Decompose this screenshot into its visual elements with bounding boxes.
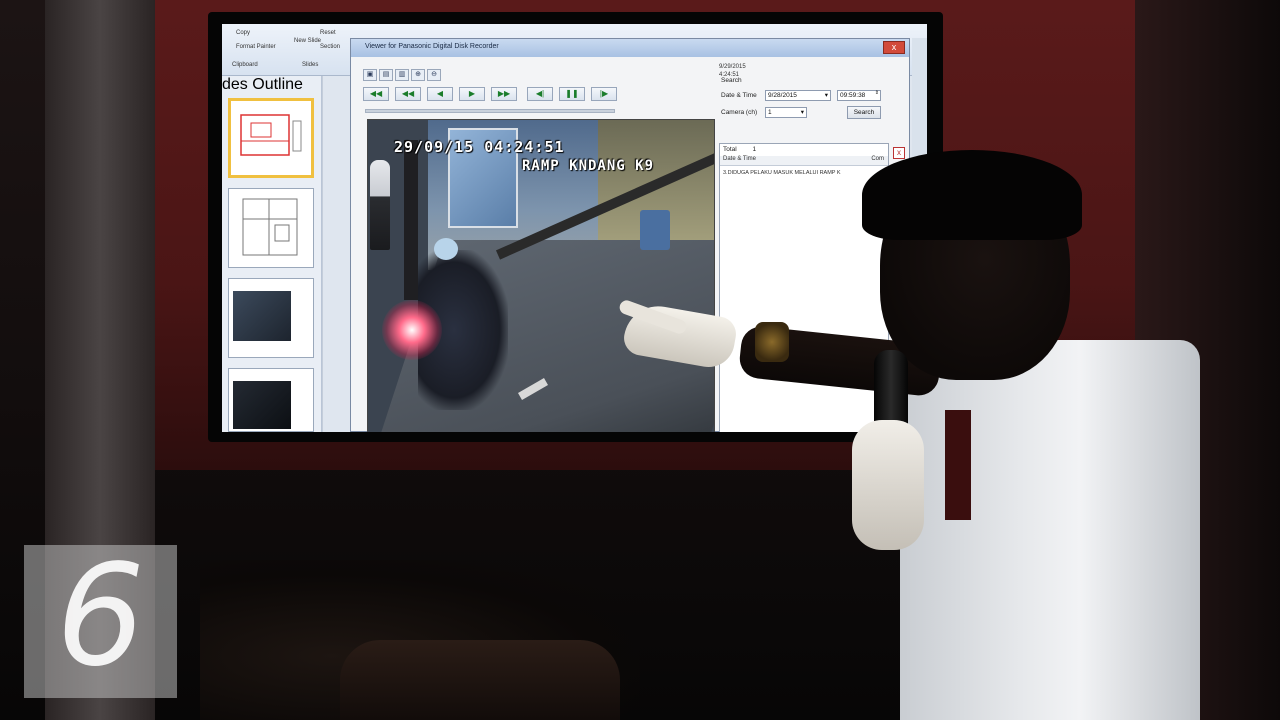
logo-digit: 6 bbox=[56, 535, 146, 698]
video-osd-camera: RAMP KNDANG K9 bbox=[522, 158, 655, 174]
spinner-icon: ⇕ bbox=[874, 90, 879, 96]
time-value: 09:59:38 bbox=[840, 92, 866, 99]
results-header-date: Date & Time bbox=[723, 156, 757, 162]
slide-thumbnail[interactable] bbox=[228, 368, 314, 432]
search-button[interactable]: Search bbox=[847, 106, 881, 119]
date-time-label: Date & Time bbox=[721, 92, 757, 99]
frame-forward-icon[interactable]: |▶ bbox=[591, 87, 617, 101]
ribbon-reset[interactable]: Reset bbox=[320, 30, 336, 36]
video-pedestrian bbox=[370, 160, 390, 250]
date-value: 9/28/2015 bbox=[768, 92, 797, 99]
search-label: Search bbox=[721, 77, 742, 84]
cctv-thumbnail-image bbox=[233, 291, 291, 341]
video-pole bbox=[404, 140, 418, 300]
fast-forward-icon[interactable]: ▶▶ bbox=[491, 87, 517, 101]
pause-icon[interactable]: ❚❚ bbox=[559, 87, 585, 101]
dvr-toolbar: ▣ ▤ ▥ ⊕ ⊖ ◀◀ ◀◀ ◀ ▶ ▶▶ ◀| ❚❚ |▶ bbox=[363, 69, 617, 103]
play-icon[interactable]: ▶ bbox=[459, 87, 485, 101]
dvr-window-title: Viewer for Panasonic Digital Disk Record… bbox=[365, 43, 499, 50]
slide-thumbnail[interactable] bbox=[228, 98, 314, 178]
gloved-mic-hand bbox=[852, 420, 924, 550]
ppt-scrollbar[interactable] bbox=[322, 76, 340, 432]
ribbon-section[interactable]: Section bbox=[320, 44, 340, 50]
playback-seek-bar[interactable] bbox=[365, 109, 615, 113]
current-date: 9/29/2015 bbox=[719, 64, 746, 70]
speaker-person bbox=[617, 150, 1210, 720]
liputan6-logo-watermark: 6 bbox=[24, 545, 177, 698]
slide-thumbnail[interactable] bbox=[228, 278, 314, 358]
total-label-text: Total bbox=[723, 146, 737, 153]
ribbon-group-slides: Slides bbox=[302, 62, 319, 68]
floorplan-thumbnail-icon bbox=[240, 114, 302, 156]
zoom-in-icon[interactable]: ⊕ bbox=[411, 69, 425, 81]
dvr-title-bar[interactable]: Viewer for Panasonic Digital Disk Record… bbox=[351, 39, 909, 57]
total-label: Total 1 bbox=[723, 146, 756, 153]
cctv-video-feed: 29/09/15 04:24:51 RAMP KNDANG K9 bbox=[367, 119, 715, 432]
sidebar-tab-slides[interactable]: des bbox=[222, 76, 248, 93]
skip-start-icon[interactable]: ◀◀ bbox=[363, 87, 389, 101]
video-trash-bin bbox=[640, 210, 670, 250]
result-row[interactable]: 3.DIDUGA PELAKU MASUK MELALUI RAMP K bbox=[723, 170, 841, 176]
fast-rewind-icon[interactable]: ◀◀ bbox=[395, 87, 421, 101]
date-field[interactable]: 9/28/2015 ▾ bbox=[765, 90, 831, 101]
save-icon[interactable]: ▤ bbox=[379, 69, 393, 81]
video-osd-datetime: 29/09/15 04:24:51 bbox=[394, 138, 565, 156]
ribbon-copy[interactable]: Copy bbox=[236, 30, 250, 36]
slide-thumbnail[interactable] bbox=[228, 188, 314, 268]
close-button[interactable]: x bbox=[883, 41, 905, 54]
frame-back-icon[interactable]: ◀| bbox=[527, 87, 553, 101]
cctv-thumbnail-image bbox=[233, 381, 291, 429]
total-value: 1 bbox=[752, 146, 757, 153]
speaker-hair bbox=[862, 150, 1082, 240]
reverse-play-icon[interactable]: ◀ bbox=[427, 87, 453, 101]
video-helmet bbox=[434, 238, 458, 260]
camera-label: Camera (ch) bbox=[721, 109, 758, 116]
audience-arm bbox=[340, 640, 620, 720]
speaker-shirt bbox=[900, 340, 1200, 720]
ppt-slide-sidebar: des Outline bbox=[222, 76, 322, 432]
floorplan-thumbnail-icon bbox=[242, 198, 298, 256]
chevron-down-icon: ▾ bbox=[800, 109, 804, 116]
camera-select[interactable]: 1 ▾ bbox=[765, 107, 807, 118]
sidebar-tab-outline[interactable]: Outline bbox=[252, 76, 303, 93]
time-field[interactable]: 09:59:38 ⇕ bbox=[837, 90, 881, 101]
open-icon[interactable]: ▣ bbox=[363, 69, 377, 81]
ribbon-new-slide[interactable]: New Slide bbox=[294, 38, 321, 44]
chevron-down-icon: ▾ bbox=[824, 92, 828, 99]
wristwatch bbox=[755, 322, 789, 362]
video-headlight-flare bbox=[382, 300, 442, 360]
camera-value: 1 bbox=[768, 109, 772, 116]
speaker-tie bbox=[945, 410, 971, 520]
zoom-out-icon[interactable]: ⊖ bbox=[427, 69, 441, 81]
ribbon-group-clipboard: Clipboard bbox=[232, 62, 258, 68]
print-icon[interactable]: ▥ bbox=[395, 69, 409, 81]
ribbon-format-painter[interactable]: Format Painter bbox=[236, 44, 276, 50]
